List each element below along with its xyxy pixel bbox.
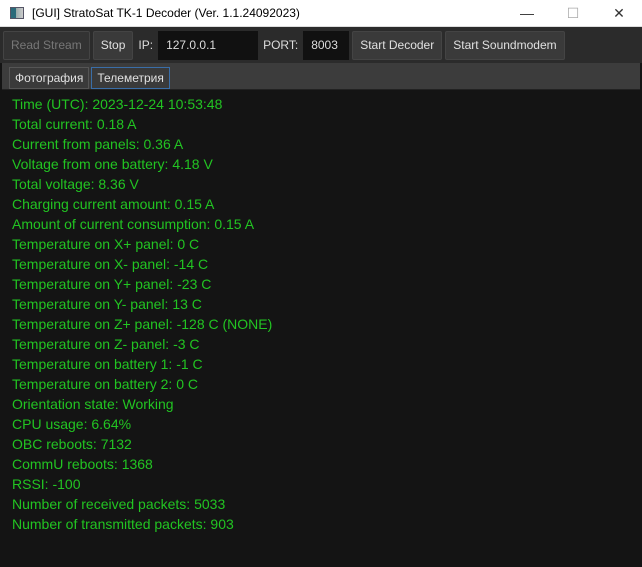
telemetry-line: Amount of current consumption: 0.15 A <box>12 216 255 232</box>
port-input[interactable]: 8003 <box>303 30 350 60</box>
telemetry-line: Orientation state: Working <box>12 396 174 412</box>
maximize-button[interactable]: ☐ <box>550 5 596 22</box>
telemetry-line: Temperature on X- panel: -14 C <box>12 256 209 272</box>
telemetry-line: Temperature on Z- panel: -3 C <box>12 336 200 352</box>
stop-button[interactable]: Stop <box>92 30 134 60</box>
start-decoder-button[interactable]: Start Decoder <box>352 30 443 60</box>
telemetry-line: Total current: 0.18 A <box>12 116 137 132</box>
close-button[interactable]: ✕ <box>596 5 642 22</box>
window-title: [GUI] StratoSat TK-1 Decoder (Ver. 1.1.2… <box>32 6 300 20</box>
telemetry-line: RSSI: -100 <box>12 476 81 492</box>
title-bar: [GUI] StratoSat TK-1 Decoder (Ver. 1.1.2… <box>0 0 642 27</box>
telemetry-line: Current from panels: 0.36 A <box>12 136 184 152</box>
telemetry-line: Temperature on Z+ panel: -128 C (NONE) <box>12 316 273 332</box>
telemetry-line: CommU reboots: 1368 <box>12 456 153 472</box>
telemetry-line: Total voltage: 8.36 V <box>12 176 139 192</box>
read-stream-button[interactable]: Read Stream <box>3 30 90 60</box>
telemetry-line: Temperature on battery 1: -1 C <box>12 356 203 372</box>
minimize-button[interactable]: — <box>504 5 550 21</box>
telemetry-line: Number of transmitted packets: 903 <box>12 516 234 532</box>
telemetry-line: Number of received packets: 5033 <box>12 496 226 512</box>
telemetry-line: Temperature on battery 2: 0 C <box>12 376 198 392</box>
telemetry-line: Temperature on Y+ panel: -23 C <box>12 276 212 292</box>
telemetry-panel: Time (UTC): 2023-12-24 10:53:48 Total cur… <box>0 90 642 538</box>
telemetry-line: Voltage from one battery: 4.18 V <box>12 156 213 172</box>
toolbar: Read Stream Stop IP: 127.0.0.1 PORT: 800… <box>0 27 642 63</box>
port-label: PORT: <box>263 38 299 52</box>
telemetry-line: OBC reboots: 7132 <box>12 436 132 452</box>
telemetry-line: Temperature on X+ panel: 0 C <box>12 236 200 252</box>
tab-bar: Фотография Телеметрия <box>2 63 640 90</box>
ip-label: IP: <box>138 38 154 52</box>
telemetry-line: CPU usage: 6.64% <box>12 416 132 432</box>
tab-telemetry[interactable]: Телеметрия <box>91 67 170 89</box>
app-icon <box>10 7 24 19</box>
telemetry-line: Charging current amount: 0.15 A <box>12 196 215 212</box>
telemetry-line: Temperature on Y- panel: 13 C <box>12 296 202 312</box>
start-soundmodem-button[interactable]: Start Soundmodem <box>445 30 565 60</box>
ip-input[interactable]: 127.0.0.1 <box>158 30 259 60</box>
tab-photo[interactable]: Фотография <box>9 67 90 89</box>
telemetry-line: Time (UTC): 2023-12-24 10:53:48 <box>12 96 223 112</box>
